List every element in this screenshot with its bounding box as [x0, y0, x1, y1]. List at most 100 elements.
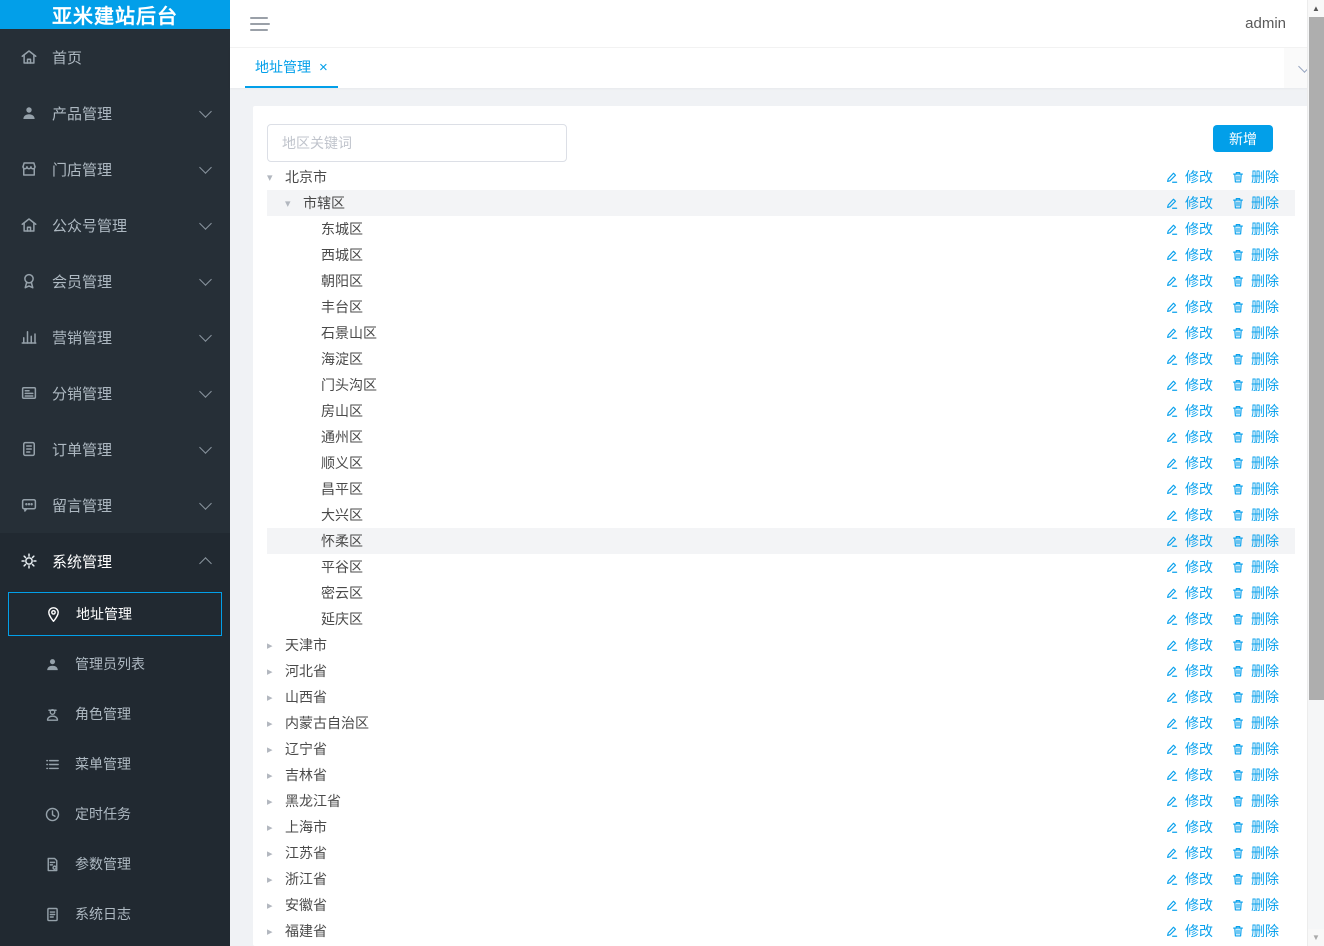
tree-row[interactable]: ▸ 内蒙古自治区 修改 删除	[267, 710, 1295, 736]
edit-button[interactable]: 修改	[1165, 687, 1213, 707]
tree-row[interactable]: 密云区 修改 删除	[267, 580, 1295, 606]
edit-button[interactable]: 修改	[1165, 843, 1213, 863]
edit-button[interactable]: 修改	[1165, 479, 1213, 499]
submenu-item-4[interactable]: 定时任务	[0, 789, 230, 839]
tree-row[interactable]: 昌平区 修改 删除	[267, 476, 1295, 502]
submenu-item-6[interactable]: 系统日志	[0, 889, 230, 939]
caret-closed-icon[interactable]: ▸	[267, 639, 285, 652]
tree-row[interactable]: 房山区 修改 删除	[267, 398, 1295, 424]
delete-button[interactable]: 删除	[1231, 245, 1279, 265]
user-menu[interactable]: admin	[1245, 15, 1286, 32]
tab-address-management[interactable]: 地址管理 ×	[245, 48, 338, 88]
edit-button[interactable]: 修改	[1165, 245, 1213, 265]
delete-button[interactable]: 删除	[1231, 661, 1279, 681]
delete-button[interactable]: 删除	[1231, 271, 1279, 291]
submenu-item-2[interactable]: 角色管理	[0, 689, 230, 739]
edit-button[interactable]: 修改	[1165, 375, 1213, 395]
delete-button[interactable]: 删除	[1231, 635, 1279, 655]
delete-button[interactable]: 删除	[1231, 609, 1279, 629]
edit-button[interactable]: 修改	[1165, 557, 1213, 577]
sidebar-item-3[interactable]: 公众号管理	[0, 197, 230, 253]
delete-button[interactable]: 删除	[1231, 817, 1279, 837]
sidebar-item-0[interactable]: 首页	[0, 29, 230, 85]
sidebar-item-9[interactable]: 系统管理	[0, 533, 230, 589]
tree-row[interactable]: ▸ 黑龙江省 修改 删除	[267, 788, 1295, 814]
edit-button[interactable]: 修改	[1165, 401, 1213, 421]
edit-button[interactable]: 修改	[1165, 895, 1213, 915]
caret-closed-icon[interactable]: ▸	[267, 717, 285, 730]
edit-button[interactable]: 修改	[1165, 765, 1213, 785]
delete-button[interactable]: 删除	[1231, 427, 1279, 447]
tree-row[interactable]: 平谷区 修改 删除	[267, 554, 1295, 580]
submenu-item-5[interactable]: 参数管理	[0, 839, 230, 889]
tree-row[interactable]: ▸ 江苏省 修改 删除	[267, 840, 1295, 866]
tree-row[interactable]: 西城区 修改 删除	[267, 242, 1295, 268]
delete-button[interactable]: 删除	[1231, 453, 1279, 473]
sidebar-item-5[interactable]: 营销管理	[0, 309, 230, 365]
edit-button[interactable]: 修改	[1165, 349, 1213, 369]
delete-button[interactable]: 删除	[1231, 349, 1279, 369]
tab-close-icon[interactable]: ×	[319, 60, 328, 75]
caret-open-icon[interactable]: ▾	[285, 197, 303, 210]
delete-button[interactable]: 删除	[1231, 583, 1279, 603]
scrollbar-thumb[interactable]	[1309, 17, 1324, 700]
caret-closed-icon[interactable]: ▸	[267, 847, 285, 860]
edit-button[interactable]: 修改	[1165, 297, 1213, 317]
submenu-item-0[interactable]: 地址管理	[8, 592, 222, 636]
sidebar-item-8[interactable]: 留言管理	[0, 477, 230, 533]
delete-button[interactable]: 删除	[1231, 765, 1279, 785]
tree-row[interactable]: 丰台区 修改 删除	[267, 294, 1295, 320]
tree-row[interactable]: 门头沟区 修改 删除	[267, 372, 1295, 398]
delete-button[interactable]: 删除	[1231, 921, 1279, 941]
submenu-item-3[interactable]: 菜单管理	[0, 739, 230, 789]
delete-button[interactable]: 删除	[1231, 713, 1279, 733]
scroll-up-icon[interactable]: ▲	[1308, 0, 1324, 17]
tree-row[interactable]: 通州区 修改 删除	[267, 424, 1295, 450]
edit-button[interactable]: 修改	[1165, 453, 1213, 473]
region-search-input[interactable]	[267, 124, 567, 162]
delete-button[interactable]: 删除	[1231, 895, 1279, 915]
edit-button[interactable]: 修改	[1165, 609, 1213, 629]
delete-button[interactable]: 删除	[1231, 193, 1279, 213]
caret-closed-icon[interactable]: ▸	[267, 925, 285, 938]
edit-button[interactable]: 修改	[1165, 167, 1213, 187]
tree-row[interactable]: ▸ 吉林省 修改 删除	[267, 762, 1295, 788]
tree-row[interactable]: ▸ 福建省 修改 删除	[267, 918, 1295, 944]
delete-button[interactable]: 删除	[1231, 297, 1279, 317]
edit-button[interactable]: 修改	[1165, 583, 1213, 603]
delete-button[interactable]: 删除	[1231, 323, 1279, 343]
edit-button[interactable]: 修改	[1165, 635, 1213, 655]
tree-row[interactable]: ▸ 天津市 修改 删除	[267, 632, 1295, 658]
caret-closed-icon[interactable]: ▸	[267, 899, 285, 912]
scroll-down-icon[interactable]: ▼	[1308, 929, 1324, 946]
edit-button[interactable]: 修改	[1165, 817, 1213, 837]
page-scrollbar[interactable]: ▲ ▼	[1307, 0, 1324, 946]
edit-button[interactable]: 修改	[1165, 193, 1213, 213]
edit-button[interactable]: 修改	[1165, 505, 1213, 525]
caret-closed-icon[interactable]: ▸	[267, 743, 285, 756]
delete-button[interactable]: 删除	[1231, 479, 1279, 499]
edit-button[interactable]: 修改	[1165, 921, 1213, 941]
tree-row[interactable]: 顺义区 修改 删除	[267, 450, 1295, 476]
caret-closed-icon[interactable]: ▸	[267, 821, 285, 834]
edit-button[interactable]: 修改	[1165, 791, 1213, 811]
edit-button[interactable]: 修改	[1165, 427, 1213, 447]
delete-button[interactable]: 删除	[1231, 869, 1279, 889]
tree-row[interactable]: 石景山区 修改 删除	[267, 320, 1295, 346]
delete-button[interactable]: 删除	[1231, 557, 1279, 577]
tree-row[interactable]: 大兴区 修改 删除	[267, 502, 1295, 528]
edit-button[interactable]: 修改	[1165, 271, 1213, 291]
sidebar-item-1[interactable]: 产品管理	[0, 85, 230, 141]
delete-button[interactable]: 删除	[1231, 843, 1279, 863]
delete-button[interactable]: 删除	[1231, 401, 1279, 421]
sidebar-item-7[interactable]: 订单管理	[0, 421, 230, 477]
delete-button[interactable]: 删除	[1231, 219, 1279, 239]
delete-button[interactable]: 删除	[1231, 791, 1279, 811]
caret-closed-icon[interactable]: ▸	[267, 665, 285, 678]
edit-button[interactable]: 修改	[1165, 323, 1213, 343]
tree-row[interactable]: 海淀区 修改 删除	[267, 346, 1295, 372]
caret-closed-icon[interactable]: ▸	[267, 795, 285, 808]
tree-row[interactable]: ▾ 北京市 修改 删除	[267, 164, 1295, 190]
tree-row[interactable]: ▸ 山西省 修改 删除	[267, 684, 1295, 710]
tree-row[interactable]: ▸ 安徽省 修改 删除	[267, 892, 1295, 918]
